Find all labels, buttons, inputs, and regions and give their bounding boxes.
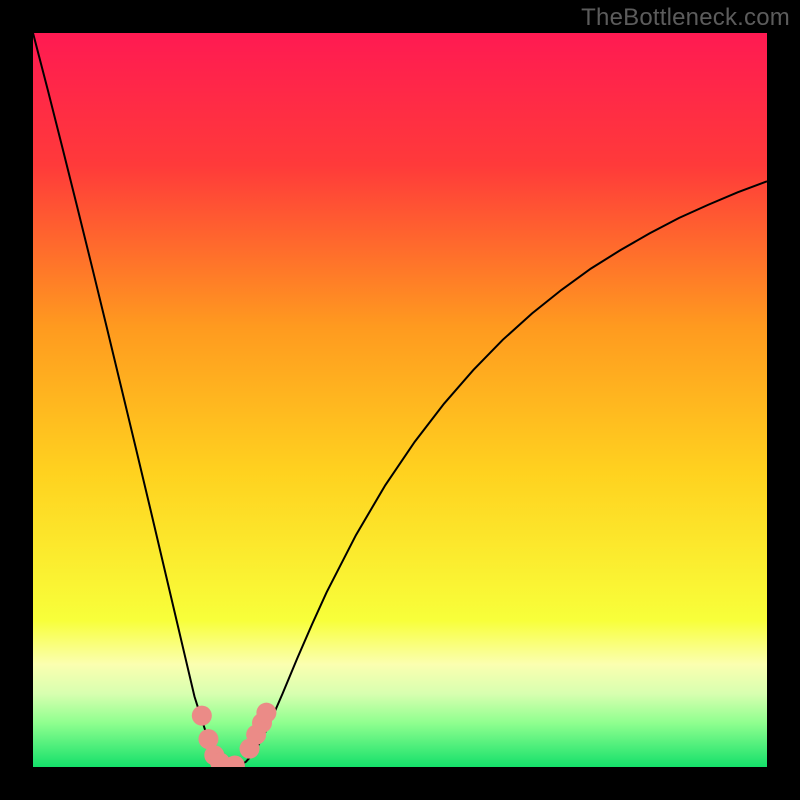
plot-area <box>33 33 767 767</box>
marker-dot <box>256 703 276 723</box>
marker-dot <box>192 706 212 726</box>
chart-svg <box>33 33 767 767</box>
watermark-text: TheBottleneck.com <box>581 4 790 32</box>
gradient-background <box>33 33 767 767</box>
outer-frame: TheBottleneck.com <box>0 0 800 800</box>
